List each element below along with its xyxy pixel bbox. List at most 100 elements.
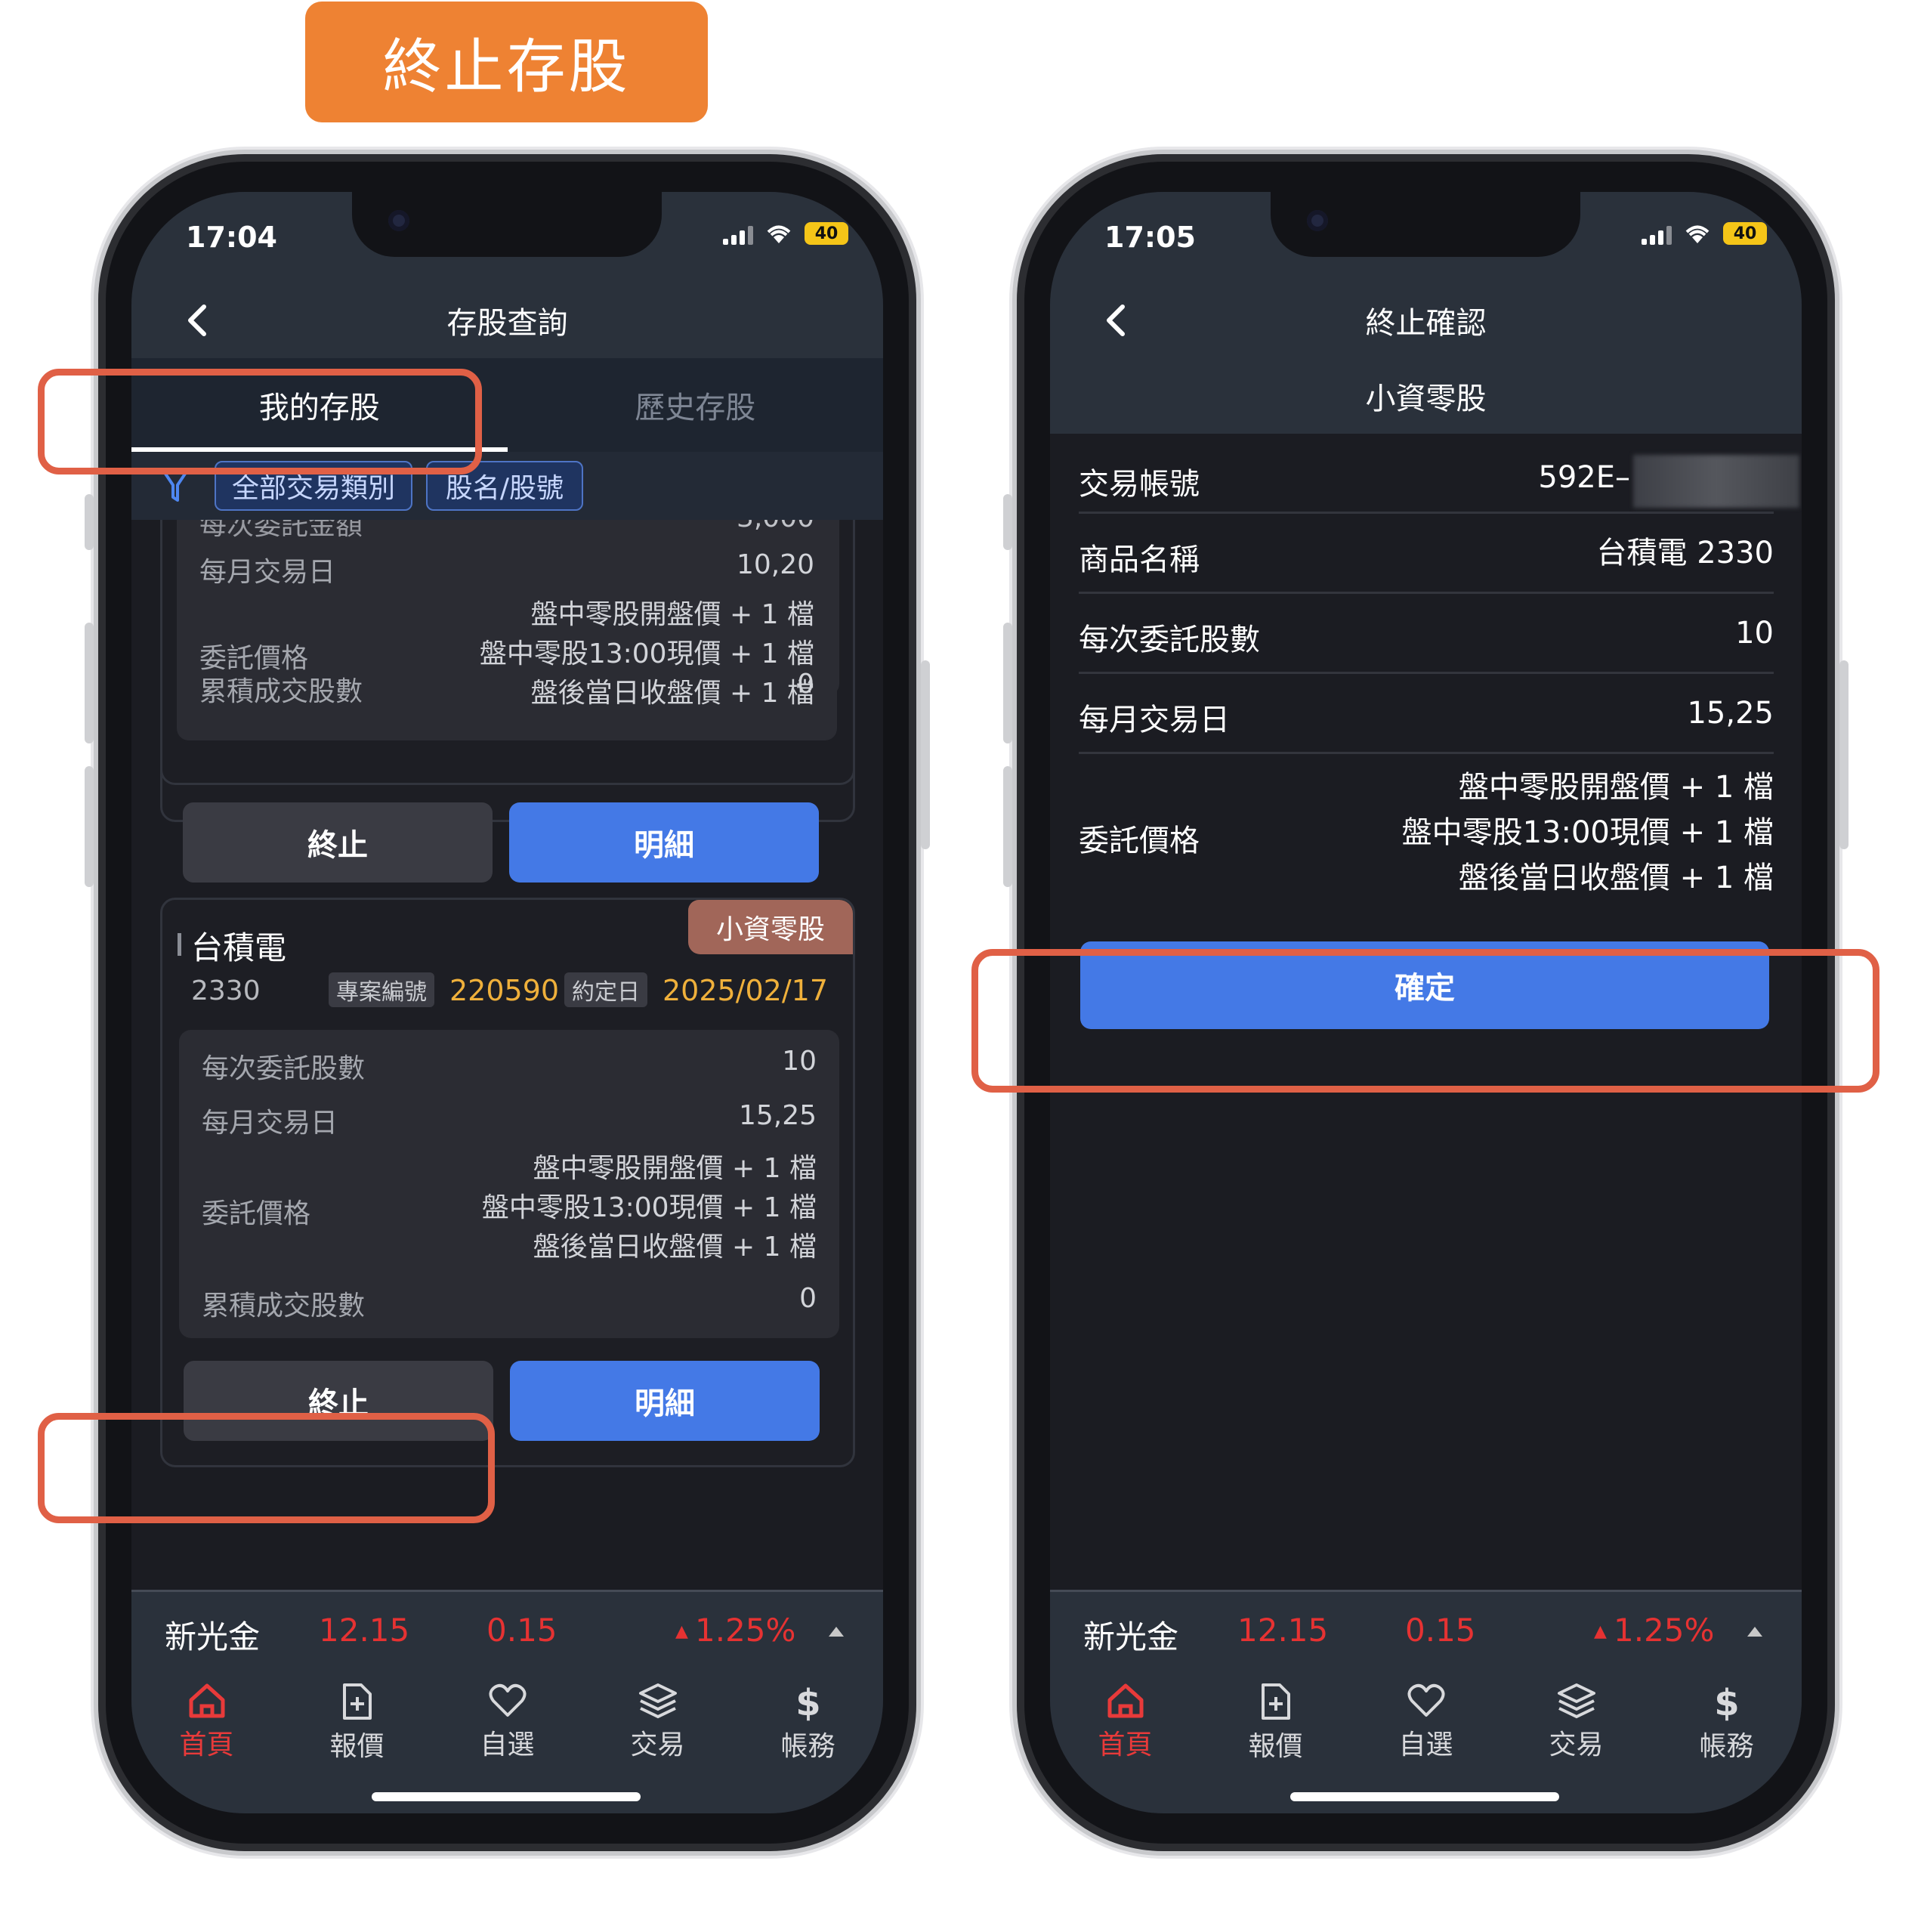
confirm-row-shares: 每次委託股數 10: [1079, 594, 1774, 674]
nav-label: 自選: [1398, 1730, 1453, 1760]
nav-label: 交易: [630, 1730, 685, 1760]
row-label: 每月交易日: [1079, 703, 1230, 737]
confirm-row-price: 委託價格 盤中零股開盤價 + 1 檔 盤中零股13:00現價 + 1 檔 盤後當…: [1079, 754, 1774, 913]
signal-icon: [1642, 224, 1672, 245]
nav-trade[interactable]: 交易: [582, 1682, 733, 1773]
row-value: 10: [1735, 616, 1774, 651]
project-number: 220590: [449, 974, 560, 1007]
phone-side-button: [1003, 766, 1012, 887]
row-label: 交易帳號: [1079, 467, 1200, 502]
heart-icon: [1407, 1683, 1444, 1717]
ticker-up-arrow-icon: ▲: [675, 1622, 688, 1641]
price-line: 盤後當日收盤價 + 1 檔: [1458, 861, 1774, 895]
back-arrow-icon[interactable]: [1094, 298, 1139, 343]
ticker-price: 12.15: [1237, 1612, 1329, 1649]
document-plus-icon: [1261, 1683, 1290, 1720]
nav-quote[interactable]: 報價: [1200, 1682, 1351, 1773]
nav-watchlist[interactable]: 自選: [432, 1682, 582, 1773]
home-icon: [189, 1683, 224, 1718]
ticker-percent: 1.25%: [1614, 1612, 1715, 1649]
bottom-nav: 首頁 報價 自選 交易 $ 帳務: [1050, 1673, 1802, 1813]
home-indicator: [372, 1792, 641, 1801]
row-label: 商品名稱: [1079, 543, 1200, 577]
quote-ticker[interactable]: 新光金 12.15 0.15 ▲ 1.25%: [1050, 1590, 1802, 1673]
nav-bar: 存股查詢: [131, 283, 883, 358]
signal-icon: [723, 224, 753, 245]
quote-ticker[interactable]: 新光金 12.15 0.15 ▲ 1.25%: [131, 1590, 883, 1673]
nav-label: 自選: [480, 1730, 535, 1760]
detail-button[interactable]: 明細: [509, 802, 819, 883]
account-number: 592E–: [1538, 460, 1630, 495]
layers-icon: [1557, 1683, 1595, 1719]
ticker-stock-name: 新光金: [1083, 1618, 1179, 1655]
back-arrow-icon[interactable]: [175, 298, 221, 343]
project-tag: 專案編號: [329, 972, 434, 1007]
stock-marker: [178, 933, 181, 956]
row-label: 委託價格: [1079, 824, 1200, 858]
heart-icon: [489, 1683, 526, 1717]
row-label: 每月交易日: [199, 557, 336, 588]
ticker-change: 0.15: [486, 1612, 557, 1649]
status-time: 17:04: [186, 221, 277, 254]
nav-watchlist[interactable]: 自選: [1351, 1682, 1501, 1773]
row-value: 15,25: [1687, 696, 1774, 731]
expand-arrow-icon[interactable]: [829, 1627, 844, 1637]
ticker-stock-name: 新光金: [165, 1618, 261, 1655]
nav-label: 帳務: [1699, 1731, 1754, 1762]
confirm-row-product: 商品名稱 台積電 2330: [1079, 514, 1774, 594]
expand-arrow-icon[interactable]: [1747, 1627, 1762, 1637]
highlight-my-holdings-tab: [38, 369, 482, 474]
row-value: 0: [799, 1283, 817, 1314]
nav-account[interactable]: $ 帳務: [1651, 1682, 1802, 1773]
nav-trade[interactable]: 交易: [1501, 1682, 1651, 1773]
phone-side-button: [1003, 494, 1012, 550]
row-label: 累積成交股數: [202, 1291, 366, 1321]
svg-text:$: $: [795, 1682, 820, 1721]
dollar-icon: $: [1714, 1682, 1739, 1721]
bottom-nav: 首頁 報價 自選 交易 $ 帳務: [131, 1673, 883, 1813]
price-line: 盤後當日收盤價 + 1 檔: [530, 678, 814, 709]
row-value: 15,25: [738, 1100, 817, 1131]
price-lines: 盤中零股開盤價 + 1 檔 盤中零股13:00現價 + 1 檔 盤後當日收盤價 …: [482, 1149, 817, 1267]
row-label: 委託價格: [199, 643, 309, 674]
nav-label: 交易: [1549, 1730, 1604, 1760]
highlight-confirm-button: [971, 949, 1879, 1093]
tab-history-holdings[interactable]: 歷史存股: [508, 358, 884, 452]
phone-side-button: [85, 766, 94, 887]
agreed-date: 2025/02/17: [662, 974, 829, 1007]
ticker-percent: 1.25%: [695, 1612, 796, 1649]
row-value: 台積電 2330: [1596, 536, 1774, 570]
confirm-row-account: 交易帳號 592E–: [1079, 434, 1799, 514]
status-time: 17:05: [1104, 221, 1196, 254]
nav-account[interactable]: $ 帳務: [733, 1682, 883, 1773]
nav-quote[interactable]: 報價: [282, 1682, 432, 1773]
home-icon: [1107, 1683, 1143, 1718]
page-title: 終止確認: [1365, 306, 1487, 341]
wifi-icon: [1685, 225, 1710, 243]
nav-label: 報價: [1248, 1731, 1303, 1762]
stock-name: 台積電: [191, 929, 287, 966]
confirm-row-monthly-day: 每月交易日 15,25: [1079, 674, 1774, 754]
camera-icon: [388, 210, 409, 231]
holding-card: 小資零股 台積電 2330 專案編號 220590 約定日 2025/02/17…: [160, 898, 855, 1467]
detail-button[interactable]: 明細: [510, 1361, 820, 1441]
nav-label: 報價: [329, 1731, 385, 1762]
nav-home[interactable]: 首頁: [1050, 1682, 1200, 1773]
battery-icon: 40: [1723, 222, 1767, 245]
masked-account-digits: [1633, 455, 1799, 508]
row-value: 3,000: [737, 520, 814, 538]
phone-side-button: [85, 623, 94, 743]
nav-home[interactable]: 首頁: [131, 1682, 282, 1773]
product-type-header: 小資零股: [1050, 358, 1802, 434]
notch: [352, 192, 662, 257]
price-line: 盤中零股13:00現價 + 1 檔: [479, 638, 814, 669]
wifi-icon: [767, 225, 791, 243]
row-label: 委託價格: [202, 1198, 311, 1229]
home-indicator: [1290, 1792, 1559, 1801]
dollar-icon: $: [795, 1682, 820, 1721]
highlight-stop-button: [38, 1413, 495, 1523]
camera-icon: [1307, 210, 1328, 231]
layers-icon: [638, 1683, 677, 1719]
row-label: 每次委託股數: [1079, 623, 1260, 657]
stop-button[interactable]: 終止: [183, 802, 493, 883]
